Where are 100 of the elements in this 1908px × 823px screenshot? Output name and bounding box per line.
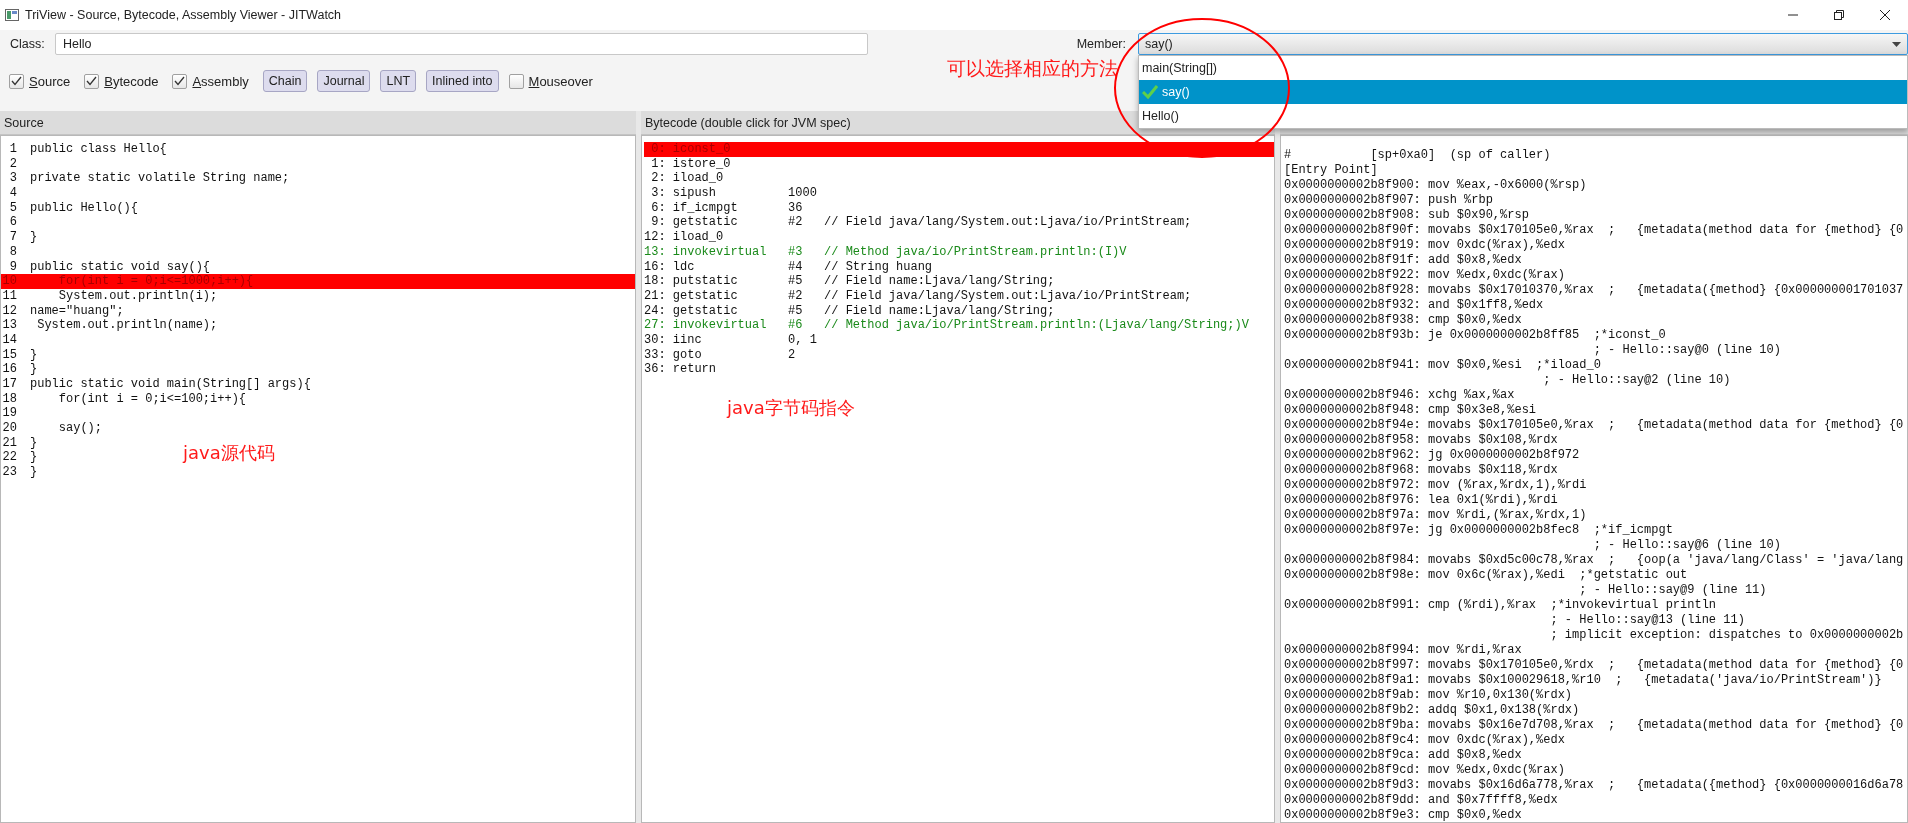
assembly-line: 0x0000000002b8f932: and $0x1ff8,%edx: [1284, 298, 1545, 313]
app-icon: [5, 9, 19, 21]
bytecode-line[interactable]: 36: return: [644, 362, 716, 377]
line-number: 9: [8, 259, 17, 275]
assembly-line: 0x0000000002b8f900: mov %eax,-0x6000(%rsp): [1284, 178, 1588, 193]
toolbar-button[interactable]: Inlined into: [426, 70, 499, 92]
assembly-line: 0x0000000002b8f972: mov (%rax,%rdx,1),%rdi: [1284, 478, 1588, 493]
line-number: 13: [1, 318, 17, 333]
code-text: }: [30, 362, 38, 377]
assembly-line: 0x0000000002b8f908: sub $0x90,%rsp: [1284, 208, 1530, 223]
checkbox[interactable]: [172, 73, 188, 89]
bytecode-line[interactable]: 18: putstatic #5 // Field name:Ljava/lang/String;: [644, 274, 1055, 289]
code-text: }: [30, 230, 38, 245]
line-number: 3: [8, 171, 17, 187]
line-number: 1: [8, 142, 17, 157]
assembly-line: 0x0000000002b8f94e: movabs $0x170105e0,%rax ; {metadata(method data for {method} {0: [1284, 418, 1905, 433]
code-text: }: [30, 435, 38, 451]
bytecode-line[interactable]: 1: istore_0: [644, 156, 731, 172]
line-number: 17: [1, 377, 17, 392]
bytecode-line[interactable]: 27: invokevirtual #6 // Method java/io/PrintStream.println:(Ljava/lang/String;)V: [644, 318, 1249, 333]
close-icon[interactable]: [1879, 9, 1891, 21]
code-text: }: [30, 347, 38, 363]
code-text: public Hello(){: [30, 200, 139, 216]
bytecode-line[interactable]: 2: iload_0: [644, 171, 724, 187]
bytecode-line[interactable]: 16: ldc #4 // String huang: [644, 259, 933, 275]
code-text: }: [30, 465, 38, 480]
bytecode-line[interactable]: 12: iload_0: [644, 230, 724, 245]
bytecode-line[interactable]: 33: goto 2: [644, 347, 796, 363]
assembly-line: 0x0000000002b8f9b2: addq $0x1,0x138(%rdx): [1284, 703, 1581, 718]
restore-icon[interactable]: [1833, 9, 1845, 21]
bytecode-line[interactable]: 13: invokevirtual #3 // Method java/io/PrintStream.println:(I)V: [644, 244, 1127, 260]
line-number: 20: [1, 421, 17, 436]
annotation-text: java源代码: [183, 441, 275, 465]
line-number: 8: [8, 244, 17, 260]
line-number: 2: [8, 156, 17, 172]
dropdown-value: say(): [1145, 37, 1174, 51]
line-number: 16: [1, 362, 17, 377]
window-title: TriView - Source, Bytecode, Assembly Viewer - JITWatch: [25, 8, 343, 22]
dropdown-option[interactable]: main(String[]): [1139, 56, 1907, 80]
checkbox-label[interactable]: Source: [29, 73, 71, 89]
assembly-line: 0x0000000002b8f9dd: and $0x7ffff8,%edx: [1284, 793, 1559, 808]
bytecode-line[interactable]: 3: sipush 1000: [644, 186, 817, 201]
assembly-line: 0x0000000002b8f97e: jg 0x0000000002b8fec8 ;*if_icmpgt: [1284, 523, 1674, 538]
code-text: private static volatile String name;: [30, 171, 290, 187]
assembly-line: 0x0000000002b8f9c4: mov 0xdc(%rax),%edx: [1284, 733, 1566, 748]
code-text: for(int i = 0;i<=1000;i++){: [57, 274, 254, 289]
assembly-line: 0x0000000002b8f994: mov %rdi,%rax: [1284, 643, 1523, 658]
code-text: }: [30, 450, 38, 466]
checkbox[interactable]: [508, 73, 524, 89]
assembly-line: 0x0000000002b8f9d3: movabs $0x16d6a778,%rax ; {metadata({method} {0x0000000016d6a78: [1284, 778, 1905, 793]
line-number: 10: [1, 274, 17, 289]
code-text: for(int i = 0;i<=100;i++){: [57, 391, 247, 407]
assembly-line: 0x0000000002b8f997: movabs $0x170105e0,%rdx ; {metadata(method data for {method} {0: [1284, 658, 1905, 673]
assembly-line: 0x0000000002b8f948: cmp $0x3e8,%esi: [1284, 403, 1538, 418]
line-number: 5: [8, 200, 17, 216]
assembly-line: 0x0000000002b8f9a1: movabs $0x100029618,%r10 ; {metadata('java/io/PrintStream')}: [1284, 673, 1883, 688]
assembly-line: # [sp+0xa0] (sp of caller): [1284, 148, 1552, 163]
bytecode-line[interactable]: 24: getstatic #5 // Field name:Ljava/lang/String;: [644, 303, 1055, 319]
line-number: 19: [1, 406, 17, 422]
assembly-line: 0x0000000002b8f968: movabs $0x118,%rdx: [1284, 463, 1559, 478]
code-text: System.out.println(name);: [36, 318, 218, 333]
bytecode-line[interactable]: 6: if_icmpgt 36: [644, 200, 803, 216]
assembly-line: 0x0000000002b8f928: movabs $0x17010370,%rax ; {metadata({method} {0x000000001701037: [1284, 283, 1905, 298]
check-icon: [174, 76, 186, 86]
member-dropdown[interactable]: say(): [1138, 33, 1908, 55]
bytecode-line[interactable]: 9: getstatic #2 // Field java/lang/System.out:Ljava/io/PrintStream;: [644, 215, 1192, 231]
class-field[interactable]: Hello: [55, 33, 868, 55]
assembly-line: ; - Hello::say@9 (line 11): [1578, 583, 1768, 598]
code-text: public static void say(){: [30, 259, 211, 275]
assembly-line: 0x0000000002b8f991: cmp (%rdi),%rax ;*invokevirtual println: [1284, 598, 1718, 613]
code-text: name="huang";: [30, 303, 124, 319]
assembly-line: [Entry Point]: [1284, 163, 1379, 178]
bytecode-line[interactable]: 30: iinc 0, 1: [644, 332, 817, 348]
bytecode-line[interactable]: 21: getstatic #2 // Field java/lang/System.out:Ljava/io/PrintStream;: [644, 288, 1192, 304]
line-number: 6: [8, 215, 17, 231]
line-number: 18: [1, 391, 17, 407]
assembly-line: 0x0000000002b8f91f: add $0x8,%edx: [1284, 253, 1523, 268]
assembly-line: ; - Hello::say@6 (line 10): [1592, 538, 1782, 553]
assembly-line: 0x0000000002b8f9ab: mov %r10,0x130(%rdx): [1284, 688, 1574, 703]
toolbar-button[interactable]: LNT: [380, 70, 417, 92]
dropdown-option[interactable]: Hello(): [1139, 104, 1907, 128]
class-label: Class:: [10, 37, 46, 51]
assembly-line: 0x0000000002b8f922: mov %edx,0xdc(%rax): [1284, 268, 1566, 283]
checkbox-label[interactable]: Mouseover: [528, 73, 593, 89]
assembly-line: 0x0000000002b8f9cd: mov %edx,0xdc(%rax): [1284, 763, 1566, 778]
code-text: public class Hello{: [30, 142, 167, 157]
checkbox[interactable]: [9, 73, 24, 89]
toolbar-button[interactable]: Chain: [262, 70, 308, 92]
check-icon: [11, 76, 22, 86]
checkbox-label[interactable]: Assembly: [192, 73, 249, 89]
checkbox[interactable]: [84, 73, 100, 89]
toolbar-button[interactable]: Journal: [317, 70, 371, 92]
assembly-line: 0x0000000002b8f941: mov $0x0,%esi ;*iload_0: [1284, 358, 1602, 373]
check-icon: [1142, 85, 1158, 99]
assembly-line: 0x0000000002b8f98e: mov 0x6c(%rax),%edi ;*getstatic out: [1284, 568, 1689, 583]
annotation-text: java字节码指令: [727, 396, 855, 420]
check-icon: [86, 76, 98, 86]
line-number: 11: [1, 288, 17, 304]
checkbox-label[interactable]: Bytecode: [104, 73, 159, 89]
line-number: 21: [1, 435, 17, 451]
